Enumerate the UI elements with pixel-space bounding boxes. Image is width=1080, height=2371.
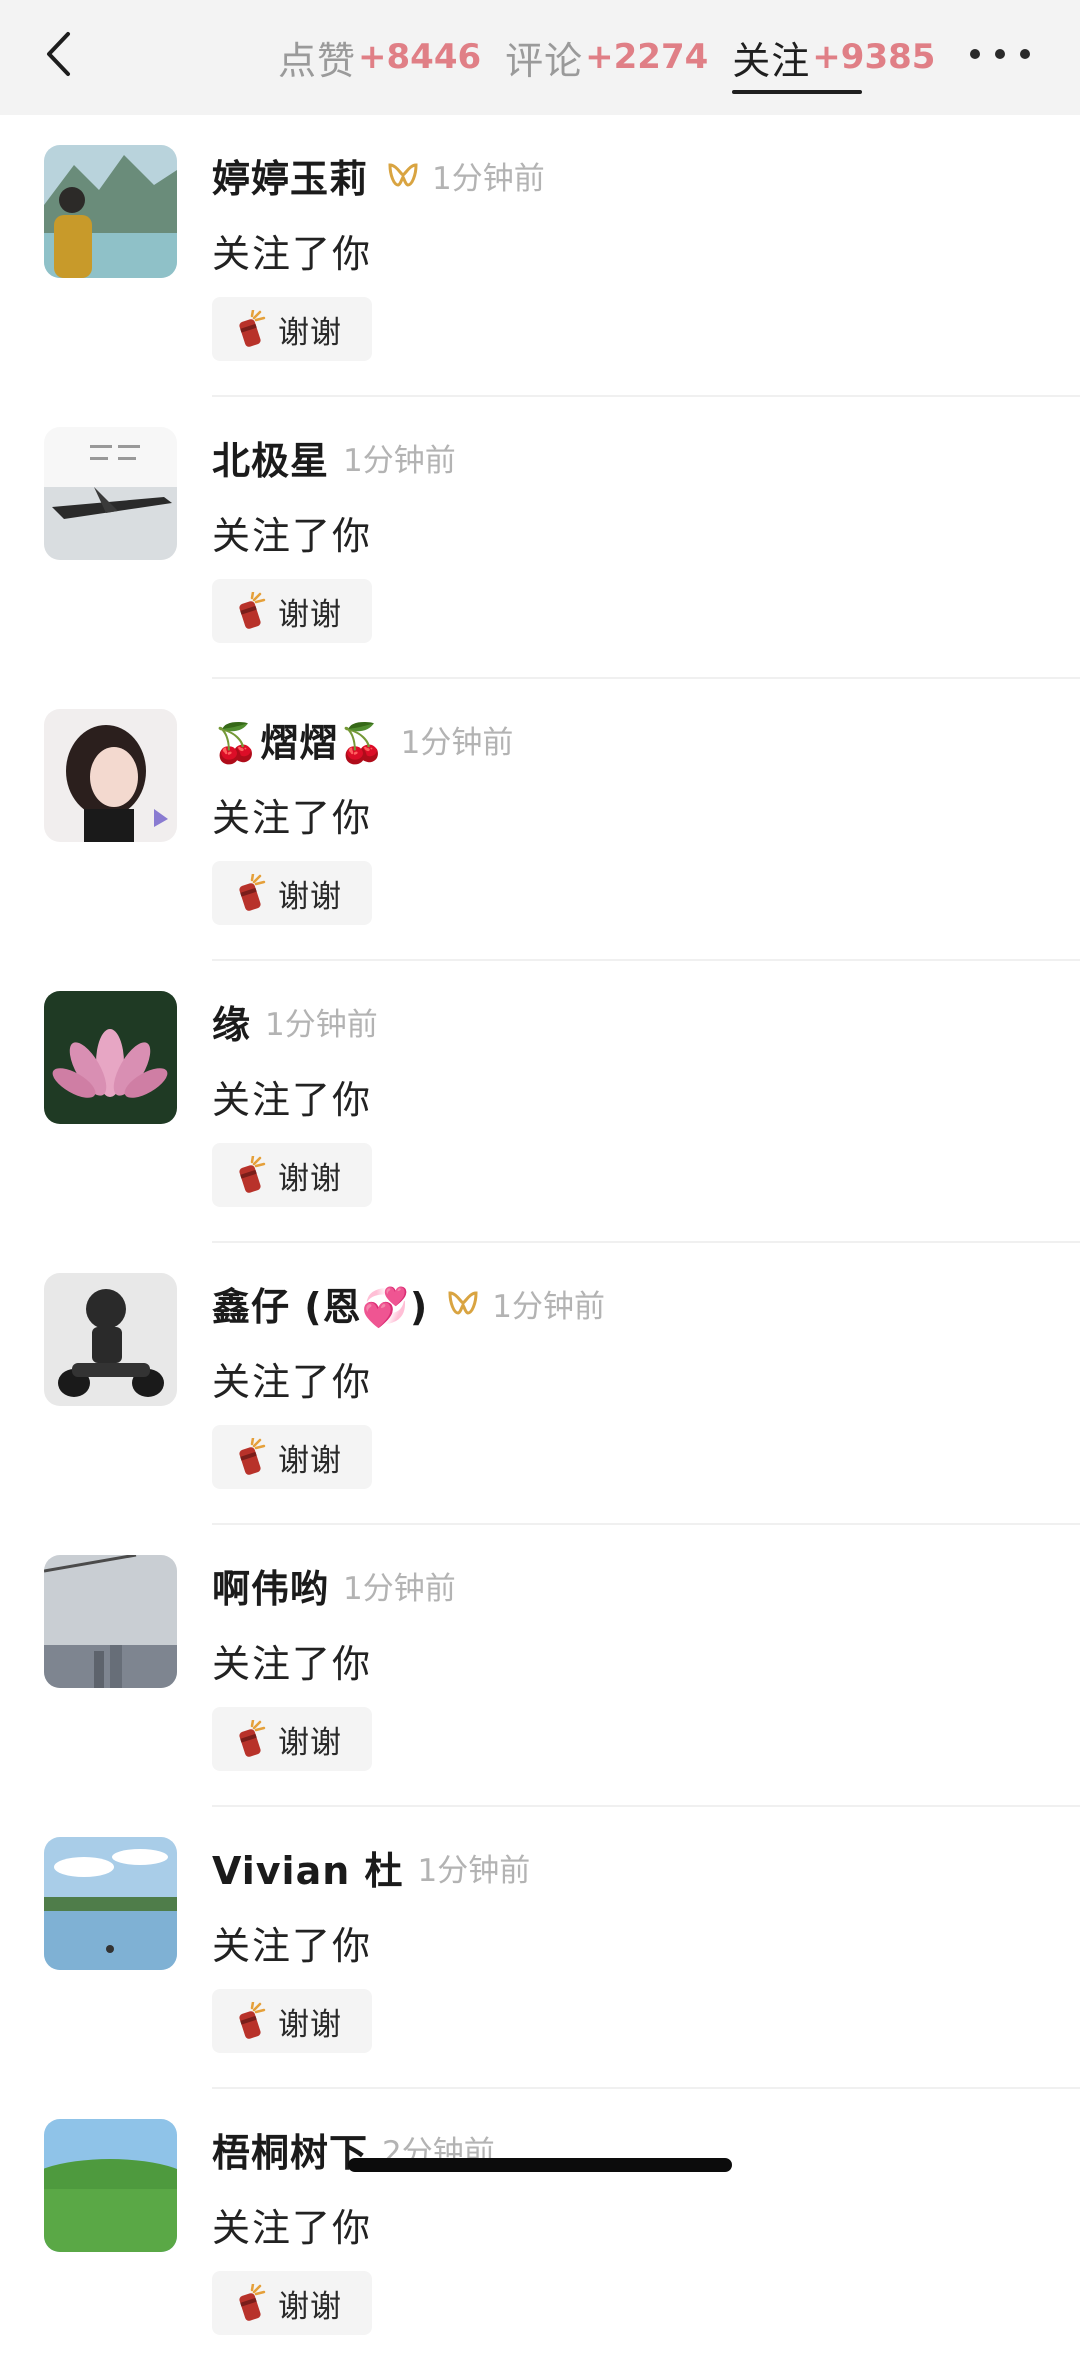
list-item[interactable]: 啊伟哟 1分钟前 关注了你 谢谢: [0, 1525, 1080, 1807]
timestamp: 1分钟前: [343, 442, 456, 479]
avatar[interactable]: [44, 1837, 177, 1970]
timestamp: 1分钟前: [400, 724, 514, 761]
list-item[interactable]: 缘 1分钟前 关注了你 谢谢: [0, 961, 1080, 1243]
tab-count: +8446: [358, 37, 482, 77]
name-row: 🍒熠熠🍒 1分钟前: [212, 713, 513, 765]
thanks-button[interactable]: 谢谢: [212, 1707, 372, 1771]
action-text: 关注了你: [212, 1360, 373, 1404]
home-indicator[interactable]: [348, 2158, 732, 2172]
user-name[interactable]: 婷婷玉莉: [212, 148, 368, 203]
user-name[interactable]: 🍒熠熠🍒: [212, 712, 387, 767]
avatar[interactable]: [44, 1273, 177, 1406]
avatar[interactable]: [44, 709, 177, 842]
firecracker-icon: [239, 1438, 266, 1475]
action-text: 关注了你: [212, 1924, 373, 1968]
list-item[interactable]: Vivian 杜 1分钟前 关注了你 谢谢: [0, 1807, 1080, 2089]
user-name[interactable]: 啊伟哟: [212, 1558, 329, 1613]
thanks-button[interactable]: 谢谢: [212, 1143, 372, 1207]
avatar[interactable]: [44, 1555, 177, 1688]
thanks-label: 谢谢: [278, 1724, 342, 1761]
firecracker-icon: [239, 1156, 266, 1193]
active-tab-indicator: [732, 90, 863, 94]
ribbon-badge-icon: [448, 1291, 478, 1315]
timestamp: 1分钟前: [432, 160, 545, 197]
action-text: 关注了你: [212, 2206, 373, 2250]
action-text: 关注了你: [212, 1078, 373, 1122]
name-row: Vivian 杜 1分钟前: [212, 1841, 530, 1893]
thanks-label: 谢谢: [278, 596, 342, 633]
thanks-button[interactable]: 谢谢: [212, 861, 372, 925]
dot: [970, 49, 980, 59]
action-text: 关注了你: [212, 514, 373, 558]
tab-label: 关注: [732, 38, 811, 83]
name-row: 啊伟哟 1分钟前: [212, 1559, 456, 1611]
thanks-label: 谢谢: [278, 2006, 342, 2043]
action-text: 关注了你: [212, 1642, 373, 1686]
thanks-label: 谢谢: [278, 2288, 342, 2325]
user-name[interactable]: 梧桐树下: [212, 2122, 368, 2177]
thanks-label: 谢谢: [278, 1160, 342, 1197]
more-dots-icon[interactable]: [970, 42, 1030, 66]
name-row: 缘 1分钟前: [212, 995, 378, 1047]
tab-count: +2274: [585, 37, 709, 77]
avatar[interactable]: [44, 2119, 177, 2252]
name-row: 婷婷玉莉 1分钟前: [212, 149, 545, 201]
thanks-label: 谢谢: [278, 314, 342, 351]
user-name[interactable]: 鑫仔 (恩💞): [212, 1276, 428, 1331]
user-name[interactable]: Vivian 杜: [212, 1840, 404, 1895]
timestamp: 1分钟前: [417, 1852, 531, 1889]
firecracker-icon: [239, 310, 266, 347]
user-name[interactable]: 缘: [212, 994, 251, 1049]
back-button[interactable]: [38, 28, 78, 80]
avatar[interactable]: [44, 991, 177, 1124]
action-text: 关注了你: [212, 232, 373, 276]
thanks-button[interactable]: 谢谢: [212, 1425, 372, 1489]
avatar[interactable]: [44, 427, 177, 560]
tab-follows[interactable]: 关注 +9385: [732, 22, 936, 94]
tab-likes[interactable]: 点赞 +8446: [278, 22, 481, 92]
firecracker-icon: [239, 2284, 266, 2321]
notification-tabs: 点赞 +8446 评论 +2274 关注 +9385: [278, 22, 936, 94]
dot: [995, 49, 1005, 59]
avatar[interactable]: [44, 145, 177, 278]
thanks-button[interactable]: 谢谢: [212, 579, 372, 643]
tab-comments[interactable]: 评论 +2274: [505, 22, 708, 92]
firecracker-icon: [239, 1720, 266, 1757]
name-row: 鑫仔 (恩💞) 1分钟前: [212, 1277, 605, 1329]
thanks-label: 谢谢: [278, 878, 342, 915]
name-row: 北极星 1分钟前: [212, 431, 456, 483]
top-bar: 点赞 +8446 评论 +2274 关注 +9385: [0, 0, 1080, 115]
list-item[interactable]: 鑫仔 (恩💞) 1分钟前 关注了你 谢谢: [0, 1243, 1080, 1525]
timestamp: 1分钟前: [265, 1006, 378, 1043]
ribbon-badge-icon: [388, 163, 418, 187]
list-item[interactable]: 梧桐树下 2分钟前 关注了你 谢谢: [0, 2089, 1080, 2371]
tab-label: 点赞: [278, 38, 357, 83]
chevron-left-icon: [47, 32, 70, 76]
dot: [1020, 49, 1030, 59]
user-name[interactable]: 北极星: [212, 430, 329, 485]
firecracker-icon: [239, 592, 266, 629]
list-item[interactable]: 🍒熠熠🍒 1分钟前 关注了你 谢谢: [0, 679, 1080, 961]
thanks-button[interactable]: 谢谢: [212, 297, 372, 361]
firecracker-icon: [239, 2002, 266, 2039]
list-item[interactable]: 北极星 1分钟前 关注了你 谢谢: [0, 397, 1080, 679]
notification-list: 婷婷玉莉 1分钟前 关注了你 谢谢 北极星 1分钟前 关注了你 谢谢 🍒熠熠🍒 …: [0, 115, 1080, 2371]
tab-label: 评论: [505, 38, 584, 83]
timestamp: 1分钟前: [343, 1570, 456, 1607]
thanks-button[interactable]: 谢谢: [212, 1989, 372, 2053]
tab-count: +9385: [812, 37, 936, 77]
timestamp: 1分钟前: [492, 1288, 606, 1325]
action-text: 关注了你: [212, 796, 373, 840]
firecracker-icon: [239, 874, 266, 911]
list-item[interactable]: 婷婷玉莉 1分钟前 关注了你 谢谢: [0, 115, 1080, 397]
thanks-label: 谢谢: [278, 1442, 342, 1479]
thanks-button[interactable]: 谢谢: [212, 2271, 372, 2335]
